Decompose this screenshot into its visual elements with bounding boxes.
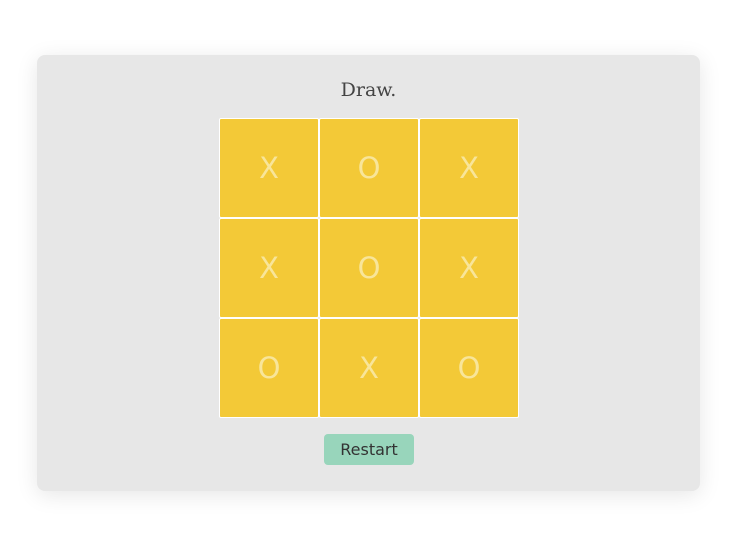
board-cell-5[interactable]: O — [319, 218, 419, 318]
board-cell-1[interactable]: X — [219, 118, 319, 218]
board-cell-7[interactable]: O — [219, 318, 319, 418]
game-panel: Draw. X O X X O X O X O Restart — [37, 55, 700, 491]
board-cell-4[interactable]: X — [219, 218, 319, 318]
game-status: Draw. — [340, 79, 397, 101]
board-cell-3[interactable]: X — [419, 118, 519, 218]
board-cell-8[interactable]: X — [319, 318, 419, 418]
board-cell-9[interactable]: O — [419, 318, 519, 418]
board-cell-2[interactable]: O — [319, 118, 419, 218]
board-cell-6[interactable]: X — [419, 218, 519, 318]
restart-button[interactable]: Restart — [324, 434, 414, 465]
game-board: X O X X O X O X O — [219, 118, 519, 418]
